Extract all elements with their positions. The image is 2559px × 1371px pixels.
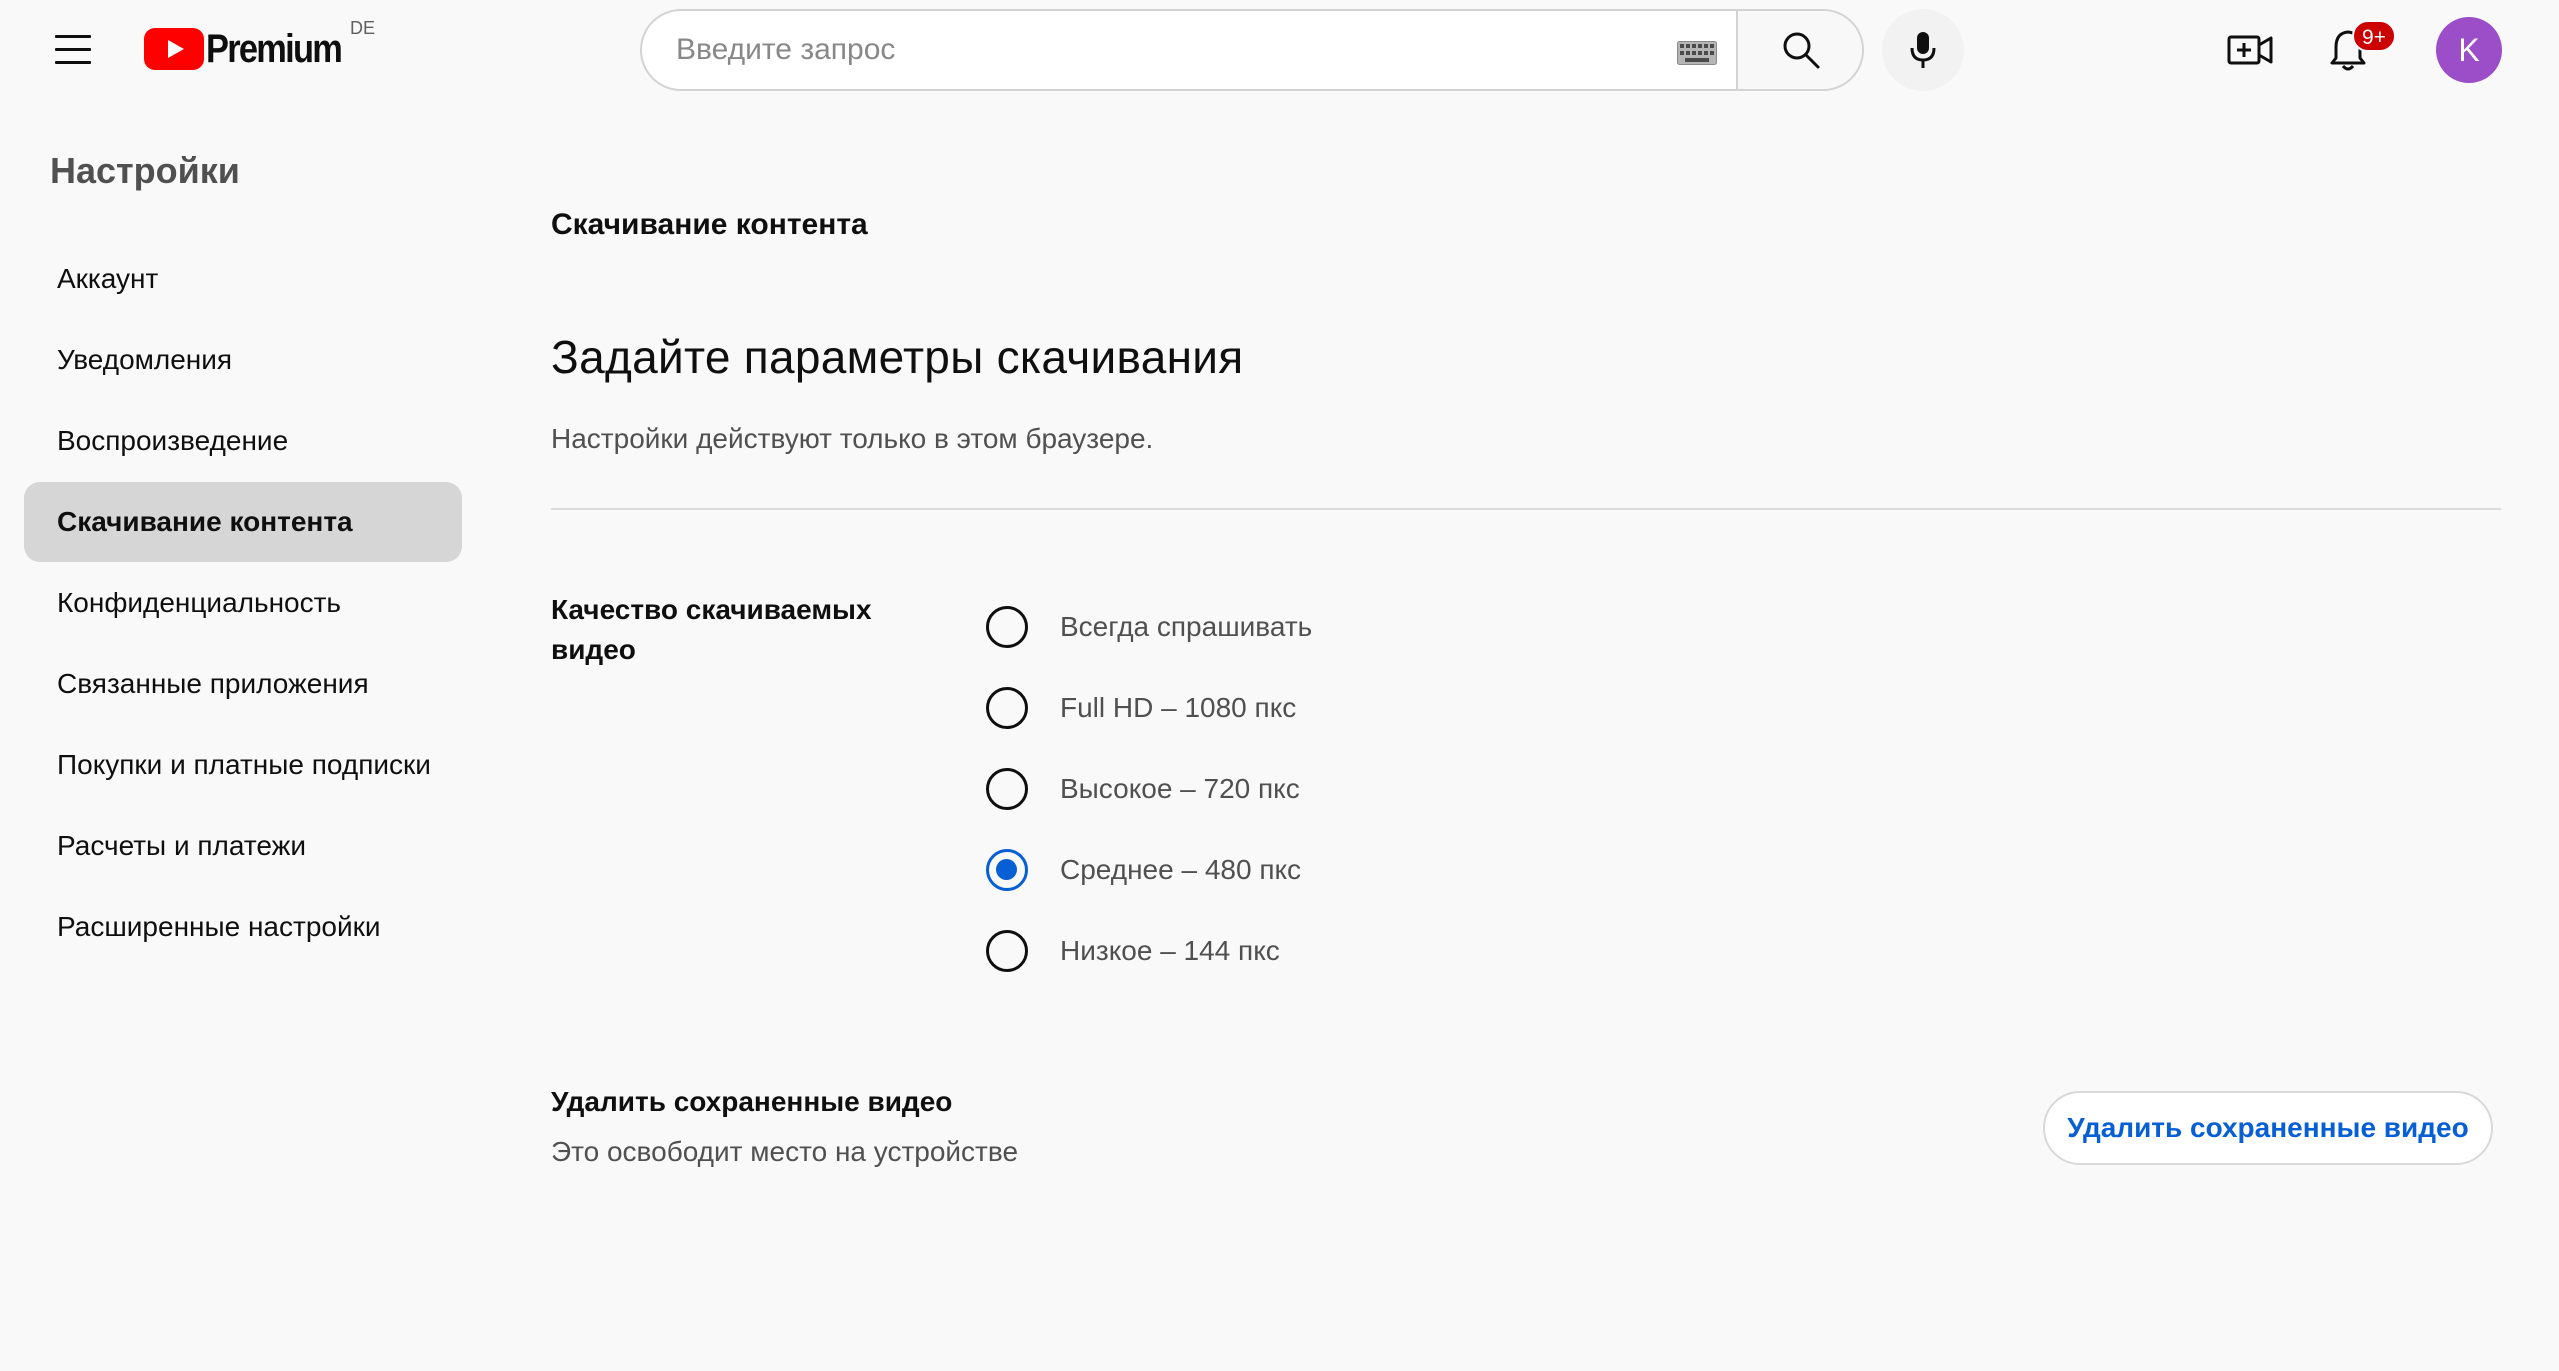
radio-label: Высокое – 720 пкс <box>1060 773 1300 804</box>
radio-button[interactable] <box>986 687 1028 729</box>
quality-option-1080p[interactable]: Full HD – 1080 пкс <box>986 683 1296 733</box>
radio-label: Full HD – 1080 пкс <box>1060 692 1297 723</box>
radio-label: Среднее – 480 пкс <box>1060 854 1302 885</box>
keyboard-icon[interactable] <box>1677 41 1717 65</box>
delete-saved-title: Удалить сохраненные видео <box>551 1086 953 1117</box>
sidebar-item-advanced[interactable]: Расширенные настройки <box>24 887 462 967</box>
delete-saved-description: Это освободит место на устройстве <box>551 1136 1019 1167</box>
logo-text: Premium <box>206 26 343 71</box>
download-quality-label: Качество скачиваемых видео <box>551 594 872 665</box>
voice-search-button[interactable] <box>1882 9 1964 91</box>
youtube-premium-logo[interactable]: Premium <box>144 26 363 72</box>
radio-button[interactable] <box>986 768 1028 810</box>
sidebar-item-notifications[interactable]: Уведомления <box>24 320 462 400</box>
radio-button[interactable] <box>986 606 1028 648</box>
avatar[interactable]: K <box>2436 17 2502 83</box>
menu-icon[interactable] <box>40 25 106 75</box>
search-icon <box>1783 32 1820 69</box>
search-box <box>640 9 1864 91</box>
settings-title: Настройки <box>50 150 240 191</box>
sidebar-item-privacy[interactable]: Конфиденциальность <box>24 563 462 643</box>
microphone-icon <box>1910 32 1936 68</box>
search-button[interactable] <box>1736 11 1862 89</box>
search-input[interactable] <box>642 11 1736 89</box>
quality-option-always-ask[interactable]: Всегда спрашивать <box>986 602 1312 652</box>
quality-option-480p[interactable]: Среднее – 480 пкс <box>986 845 1301 895</box>
section-label: Скачивание контента <box>551 208 868 241</box>
sidebar-item-account[interactable]: Аккаунт <box>24 239 462 319</box>
radio-button[interactable] <box>986 930 1028 972</box>
create-video-button[interactable] <box>2220 20 2280 80</box>
sidebar-item-purchases[interactable]: Покупки и платные подписки <box>24 725 462 805</box>
radio-label: Всегда спрашивать <box>1060 611 1313 642</box>
sidebar-item-playback[interactable]: Воспроизведение <box>24 401 462 481</box>
radio-button-selected[interactable] <box>986 849 1028 891</box>
page-description: Настройки действуют только в этом браузе… <box>551 423 1154 454</box>
top-bar: Premium DE Введите запрос 9+ K <box>0 0 2559 100</box>
video-add-icon <box>2227 35 2273 65</box>
radio-label: Низкое – 144 пкс <box>1060 935 1280 966</box>
sidebar-item-billing[interactable]: Расчеты и платежи <box>24 806 462 886</box>
youtube-play-icon <box>144 28 204 70</box>
sidebar-item-connected-apps[interactable]: Связанные приложения <box>24 644 462 724</box>
country-code: DE <box>350 18 376 38</box>
quality-option-144p[interactable]: Низкое – 144 пкс <box>986 926 1280 976</box>
divider <box>551 508 2501 510</box>
notification-count-badge: 9+ <box>2352 20 2396 52</box>
page-title: Задайте параметры скачивания <box>551 331 1244 383</box>
quality-option-720p[interactable]: Высокое – 720 пкс <box>986 764 1300 814</box>
delete-saved-videos-button[interactable]: Удалить сохраненные видео <box>2043 1091 2493 1165</box>
sidebar-item-downloads[interactable]: Скачивание контента <box>24 482 462 562</box>
